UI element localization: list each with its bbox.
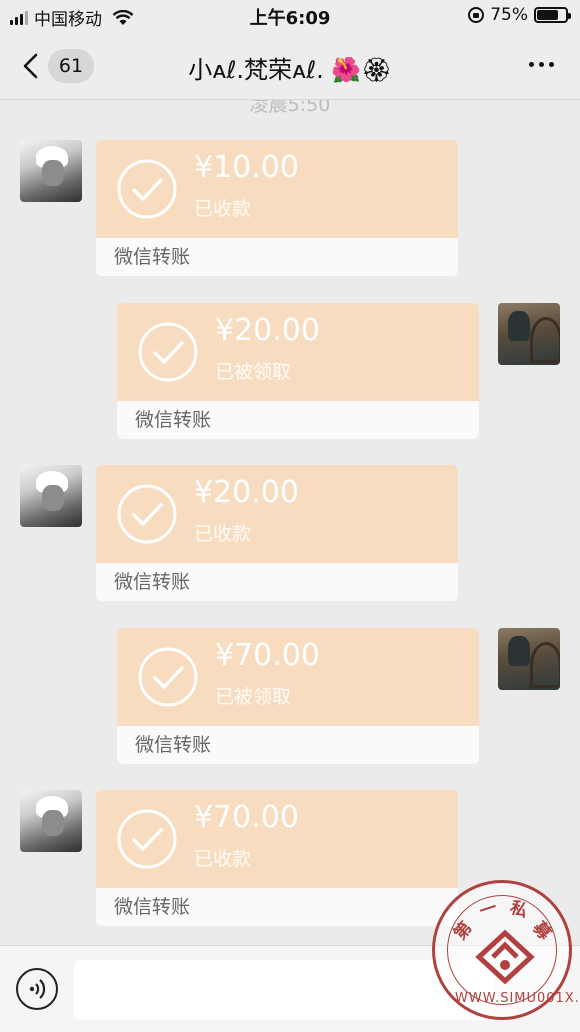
transfer-label: 微信转账	[96, 563, 458, 601]
transfer-card[interactable]: ¥10.00 已收款 微信转账	[96, 140, 458, 276]
nav-bar: 61 小ᴀℓ.梵荣ᴀℓ. 🌺🏵	[0, 32, 580, 100]
status-right: 75%	[468, 5, 571, 25]
transfer-label: 微信转账	[96, 888, 458, 926]
back-button[interactable]: 61	[20, 48, 102, 84]
transfer-card-top: ¥70.00 已收款	[96, 790, 458, 888]
stamp-logo-icon	[475, 929, 535, 985]
time-divider: 凌晨5:50	[249, 100, 331, 116]
transfer-card[interactable]: ¥20.00 已收款 微信转账	[96, 465, 458, 601]
chevron-left-icon	[23, 53, 38, 79]
message-row: ¥20.00 已被领取 微信转账	[0, 303, 580, 443]
contact-avatar[interactable]	[20, 790, 82, 852]
transfer-amount: ¥20.00	[194, 475, 299, 510]
transfer-amount: ¥70.00	[194, 800, 299, 835]
transfer-status: 已被领取	[215, 686, 292, 708]
battery-percent: 75%	[490, 5, 528, 25]
transfer-label: 微信转账	[96, 238, 458, 276]
transfer-card-top: ¥70.00 已被领取	[117, 628, 479, 726]
watermark-stamp: 第 一 私 募 WWW.SIMU001X.CN	[432, 880, 580, 1020]
chat-title: 小ᴀℓ.梵荣ᴀℓ. 🌺🏵	[188, 56, 392, 84]
contact-avatar[interactable]	[20, 465, 82, 527]
voice-icon	[29, 979, 46, 999]
chat-area[interactable]: 凌晨5:50 ¥10.00 已收款 微信转账 ¥20.00 已被领取 微信转账 …	[0, 100, 580, 945]
message-row: ¥10.00 已收款 微信转账	[0, 140, 580, 280]
transfer-status: 已被领取	[215, 361, 292, 383]
watermark-url: WWW.SIMU001X.CN	[455, 991, 580, 1006]
transfer-card[interactable]: ¥20.00 已被领取 微信转账	[117, 303, 479, 439]
voice-button[interactable]	[16, 968, 58, 1010]
transfer-label: 微信转账	[117, 401, 479, 439]
transfer-card-top: ¥20.00 已被领取	[117, 303, 479, 401]
transfer-amount: ¥70.00	[215, 638, 320, 673]
transfer-card[interactable]: ¥70.00 已收款 微信转账	[96, 790, 458, 926]
message-row: ¥20.00 已收款 微信转账	[0, 465, 580, 605]
check-circle-icon	[117, 159, 177, 219]
transfer-card-top: ¥10.00 已收款	[96, 140, 458, 238]
transfer-amount: ¥20.00	[215, 313, 320, 348]
status-bar: 中国移动 上午6:09 75%	[0, 0, 580, 32]
transfer-status: 已收款	[194, 523, 252, 545]
self-avatar[interactable]	[498, 628, 560, 690]
unread-badge: 61	[48, 49, 94, 83]
transfer-status: 已收款	[194, 848, 252, 870]
check-circle-icon	[138, 322, 198, 382]
check-circle-icon	[138, 647, 198, 707]
battery-icon	[534, 7, 571, 23]
check-circle-icon	[117, 809, 177, 869]
transfer-card-top: ¥20.00 已收款	[96, 465, 458, 563]
transfer-status: 已收款	[194, 198, 252, 220]
more-button[interactable]	[529, 62, 554, 67]
message-row: ¥70.00 已被领取 微信转账	[0, 628, 580, 768]
transfer-amount: ¥10.00	[194, 150, 299, 185]
transfer-card[interactable]: ¥70.00 已被领取 微信转账	[117, 628, 479, 764]
message-input[interactable]	[74, 960, 494, 1020]
check-circle-icon	[117, 484, 177, 544]
self-avatar[interactable]	[498, 303, 560, 365]
contact-avatar[interactable]	[20, 140, 82, 202]
transfer-label: 微信转账	[117, 726, 479, 764]
rotation-lock-icon	[468, 7, 485, 23]
more-dots-icon	[529, 62, 534, 67]
